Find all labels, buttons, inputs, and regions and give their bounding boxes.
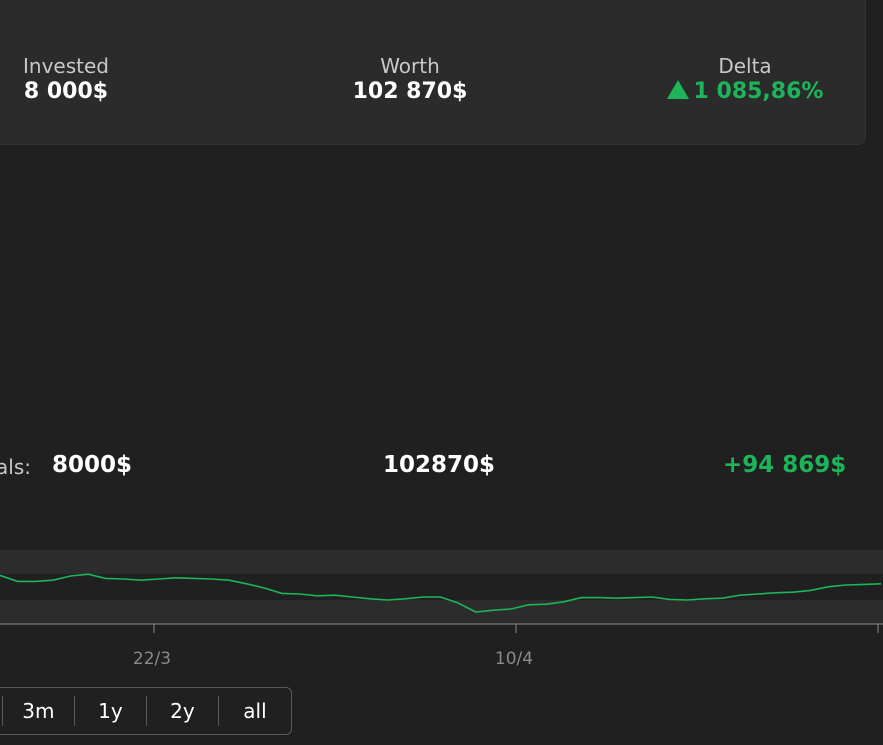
chart-x-ticks: 22/3 10/4 (133, 624, 879, 669)
summary-card: Invested 8 000$ Worth 102 870$ Delta 1 0… (0, 0, 866, 145)
chart-band-top (0, 550, 883, 574)
delta-value: 1 085,86% (693, 79, 824, 104)
time-range-selector: 3m 1y 2y all (0, 687, 292, 735)
worth-metric: Worth 102 870$ (326, 54, 494, 106)
invested-metric: Invested 8 000$ (1, 54, 131, 106)
range-button-2y[interactable]: 2y (147, 696, 219, 726)
range-button-1y[interactable]: 1y (75, 696, 147, 726)
worth-chart[interactable]: 22/3 10/4 (0, 545, 883, 675)
worth-value: 102 870$ (352, 79, 468, 104)
totals-worth: 102870$ (383, 452, 496, 478)
chart-x-tick-label: 22/3 (133, 649, 171, 669)
delta-metric: Delta 1 085,86% (645, 54, 845, 106)
portfolio-view: Invested 8 000$ Worth 102 870$ Delta 1 0… (0, 0, 883, 745)
delta-value-row: 1 085,86% (645, 78, 845, 106)
chart-band-bottom (0, 600, 883, 624)
range-button-3m[interactable]: 3m (3, 696, 75, 726)
totals-label: als: (0, 455, 31, 479)
delta-label: Delta (718, 54, 772, 78)
up-arrow-icon (666, 80, 689, 99)
invested-label: Invested (23, 54, 109, 78)
range-button-all[interactable]: all (219, 696, 291, 726)
worth-label: Worth (380, 54, 440, 78)
chart-x-tick-label: 10/4 (495, 649, 533, 669)
invested-value: 8 000$ (23, 79, 109, 104)
totals-invested: 8000$ (52, 452, 133, 478)
totals-delta: +94 869$ (723, 452, 847, 478)
